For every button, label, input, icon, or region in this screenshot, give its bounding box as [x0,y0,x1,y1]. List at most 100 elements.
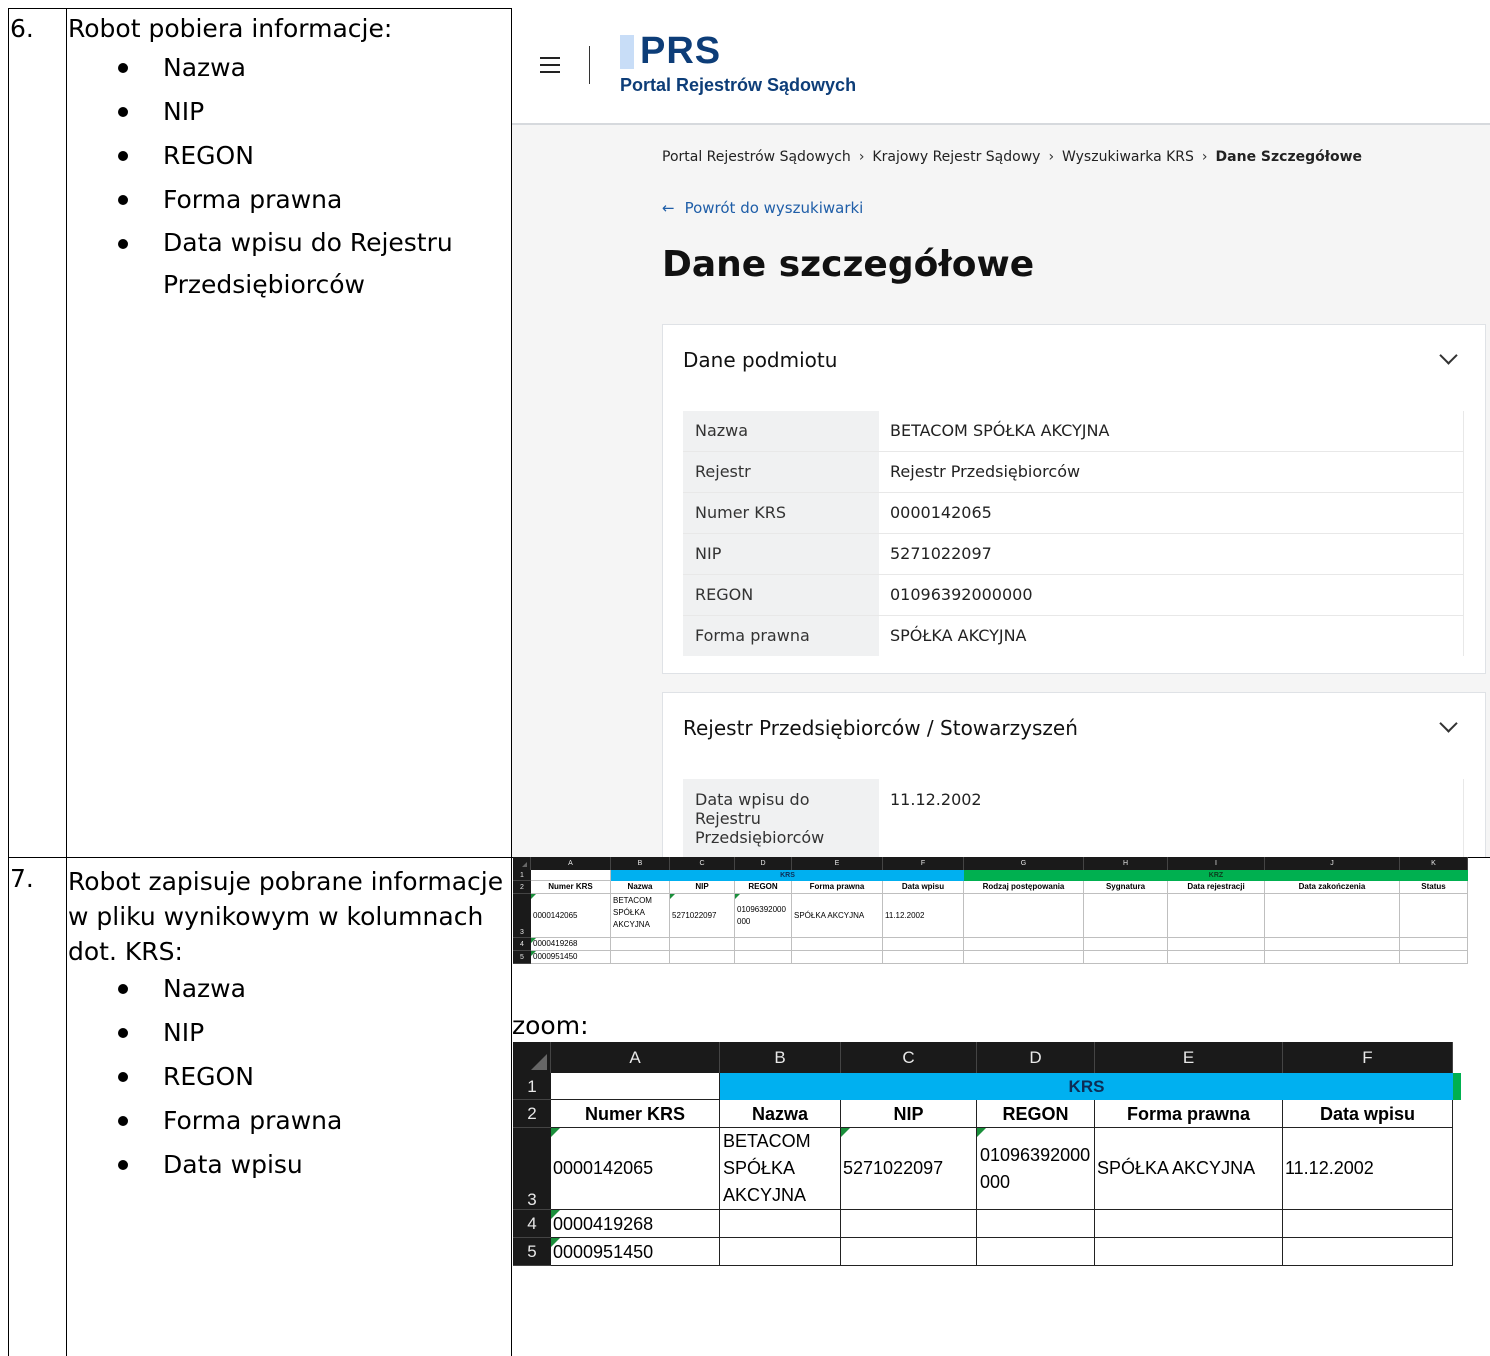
krs-group-header: KRS [611,870,964,881]
cell-text-line: 000 [980,1171,1011,1192]
table-cell: SPÓŁKA AKCYJNA [1095,1128,1283,1210]
breadcrumb-item[interactable]: Portal Rejestrów Sądowych [662,149,851,165]
prs-portal-screenshot: PRS Portal Rejestrów Sądowych Portal Rej… [512,8,1490,857]
table-row: Rejestr Rejestr Przedsiębiorców [683,452,1464,493]
card-title[interactable]: Dane podmiotu [683,348,837,372]
list-item: Nazwa [68,967,508,1011]
table-cell: 11.12.2002 [1283,1128,1453,1210]
column-header[interactable]: E [792,857,883,870]
row-header[interactable]: 1 [513,1073,551,1100]
table-cell [977,1210,1095,1238]
select-all-corner[interactable] [513,857,531,870]
cell-text: 01096392000 000 [737,904,786,928]
cell-text-line: AKCYJNA [723,1185,807,1205]
table-cell [670,951,735,964]
column-header[interactable]: B [611,857,670,870]
table-cell [1095,1210,1283,1238]
breadcrumb-item[interactable]: Wyszukiwarka KRS [1062,149,1194,165]
cell-text-line: 000 [737,916,751,926]
row-header[interactable]: 4 [513,938,531,951]
row-header[interactable]: 4 [513,1210,551,1238]
select-all-triangle-icon [531,1054,547,1070]
row-header[interactable]: 2 [513,881,531,894]
select-all-corner[interactable] [513,1042,551,1073]
list-item: NIP [68,1011,508,1055]
table-cell [1084,938,1168,951]
table-cell: 0000951450 [551,1238,720,1266]
cell-error-indicator [531,938,536,943]
table-header-cell: REGON [735,881,792,894]
chevron-down-icon[interactable] [1439,714,1458,733]
row-header[interactable]: 2 [513,1100,551,1128]
table-header-cell: NIP [670,881,735,894]
column-header[interactable]: E [1095,1042,1283,1073]
krz-group-header: KRZ [964,870,1468,881]
row-header[interactable]: 5 [513,1238,551,1266]
field-label-line: Przedsiębiorców [695,828,825,847]
cell-error-indicator [531,894,536,899]
breadcrumb-item[interactable]: Krajowy Rejestr Sądowy [872,149,1040,165]
hamburger-menu-icon[interactable] [540,57,560,78]
column-header[interactable]: C [841,1042,977,1073]
column-header[interactable]: F [883,857,964,870]
table-header-cell: Sygnatura [1084,881,1168,894]
cell-error-indicator [735,894,740,899]
table-cell [1168,951,1265,964]
back-to-search-link[interactable]: ← Powrót do wyszukiwarki [662,199,863,217]
column-header[interactable]: G [964,857,1084,870]
table-cell [735,951,792,964]
row-header[interactable]: 3 [513,1128,551,1210]
row-header[interactable]: 5 [513,951,531,964]
header-divider [589,46,590,84]
list-item: NIP [68,90,508,134]
prs-logo-text[interactable]: PRS [640,30,721,73]
table-cell [792,938,883,951]
field-value: BETACOM SPÓŁKA AKCYJNA [880,411,1464,451]
back-link-label: Powrót do wyszukiwarki [684,199,864,217]
cell-error-indicator [977,1128,986,1137]
select-all-triangle-icon [522,862,527,867]
table-cell [1283,1210,1453,1238]
column-header[interactable]: A [531,857,611,870]
prs-logo-bar [620,35,634,69]
column-header[interactable]: H [1084,857,1168,870]
prs-logo-subtitle[interactable]: Portal Rejestrów Sądowych [620,75,856,96]
table-cell [720,1210,841,1238]
column-header[interactable]: A [551,1042,720,1073]
table-cell [611,951,670,964]
column-header[interactable]: D [977,1042,1095,1073]
row-header[interactable]: 1 [513,870,531,881]
card-title[interactable]: Rejestr Przedsiębiorców / Stowarzyszeń [683,716,1078,740]
table-cell: 0000142065 [551,1128,720,1210]
table-cell [1400,894,1468,938]
field-value: 11.12.2002 [880,779,1464,857]
cell-text-line: SPÓŁKA [723,1158,796,1178]
table-header-cell: Data wpisu [883,881,964,894]
table-cell [964,938,1084,951]
column-header[interactable]: C [670,857,735,870]
column-header[interactable]: B [720,1042,841,1073]
step-7-heading-line: Robot zapisuje pobrane informacje [68,867,504,896]
cell-error-indicator [531,951,536,956]
table-header-cell: Status [1400,881,1468,894]
krz-group-header [1453,1073,1461,1100]
column-header[interactable]: I [1168,857,1265,870]
row-header[interactable]: 3 [513,894,531,938]
table-cell: 0000419268 [531,938,611,951]
column-header[interactable]: D [735,857,792,870]
step-7-heading-line: dot. KRS: [68,937,183,966]
breadcrumb-chevron-icon: › [1201,149,1208,165]
table-cell [1084,951,1168,964]
cell-text: BETACOM SPÓŁKA AKCYJNA [723,1128,811,1209]
step-6-bullet-list: Nazwa NIP REGON Forma prawna Data wpisu … [68,46,508,306]
column-header[interactable]: F [1283,1042,1453,1073]
field-label: REGON [683,575,879,615]
field-value: SPÓŁKA AKCYJNA [880,616,1464,656]
column-header[interactable]: K [1400,857,1468,870]
step-7-heading: Robot zapisuje pobrane informacje w plik… [68,864,503,969]
chevron-down-icon[interactable] [1439,346,1458,365]
column-header[interactable]: J [1265,857,1400,870]
step-7-heading-line: w pliku wynikowym w kolumnach [68,902,484,931]
table-cell [735,938,792,951]
table-cell: 5271022097 [670,894,735,938]
